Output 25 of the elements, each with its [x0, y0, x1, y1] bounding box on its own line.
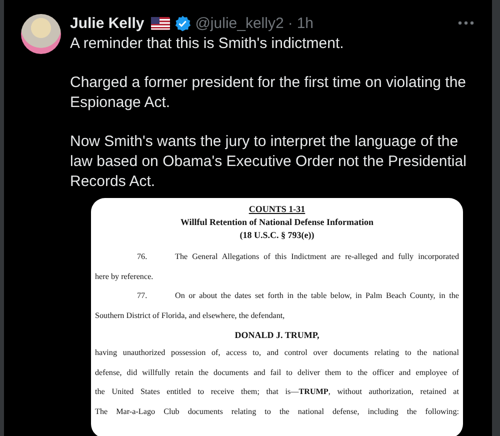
- document-line: the United States entitled to receive them; that is—TRUMP, without authorization, retained at: [95, 386, 459, 398]
- document-line: (18 U.S.C. § 793(e)): [238, 229, 316, 242]
- document-line: DONALD J. TRUMP,: [234, 329, 320, 342]
- paragraph-number: 76.: [136, 251, 148, 263]
- document-line: Willful Retention of National Defense Information: [179, 216, 375, 229]
- user-handle[interactable]: @julie_kelly2: [195, 14, 284, 32]
- flag-icon: [151, 16, 170, 30]
- document-line: defense, did willfully retain the documents and fail to deliver them to the officer and employee of: [95, 366, 459, 379]
- author-name[interactable]: Julie Kelly: [70, 14, 144, 32]
- document-line: The Mar-a-Lago Club documents relating to the national defense, including the following:: [95, 406, 459, 418]
- document-image[interactable]: [91, 198, 463, 436]
- more-icon[interactable]: [458, 21, 474, 25]
- post-text: Now Smith's wants the jury to interpret the language of the law based on Obama's Executive Order not the Presidential Records Act.: [70, 132, 468, 192]
- document-line: On or about the dates set forth in the table below, in Palm Beach County, in the: [175, 290, 459, 302]
- avatar[interactable]: [21, 14, 61, 54]
- post-text: A reminder that this is Smith's indictment.: [70, 34, 345, 54]
- post-time[interactable]: 1h: [296, 14, 314, 32]
- paragraph-number: 77.: [136, 290, 148, 302]
- document-line: here by reference.: [95, 270, 154, 283]
- post-text: Charged a former president for the first time on violating the Espionage Act.: [70, 73, 468, 113]
- document-line: Southern District of Florida, and elsewhere, the defendant,: [95, 310, 286, 322]
- document-line: having unauthorized possession of, access to, and control over documents relating to the national: [95, 347, 459, 359]
- separator-dot: ·: [288, 14, 293, 32]
- document-line: The General Allegations of this Indictment are re-alleged and fully incorporated: [175, 251, 459, 263]
- document-line: COUNTS 1-31: [248, 203, 306, 216]
